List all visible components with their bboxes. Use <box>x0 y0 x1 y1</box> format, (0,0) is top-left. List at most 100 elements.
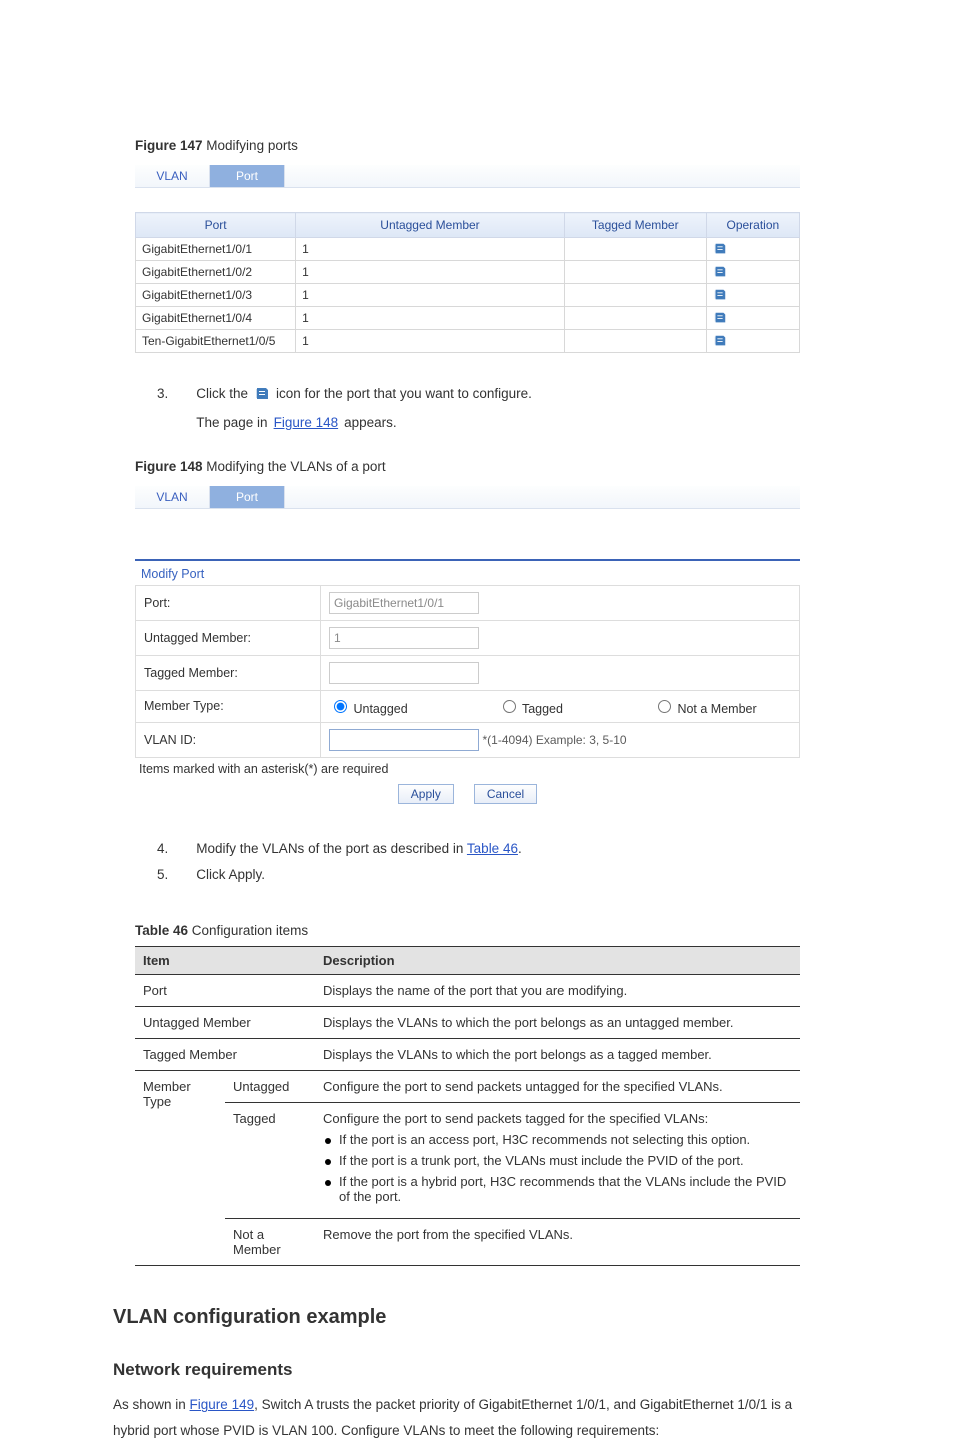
tabs-row-2: VLAN Port <box>135 486 800 509</box>
row-item: Port <box>135 975 315 1007</box>
row-desc: Remove the port from the specified VLANs… <box>315 1219 800 1266</box>
step3-text2: icon for the port that you want to confi… <box>276 383 532 406</box>
cell-tagged <box>564 330 706 353</box>
th-item: Item <box>135 947 315 975</box>
cell-untagged: 1 <box>296 307 565 330</box>
edit-icon[interactable] <box>713 265 793 279</box>
bullet-icon <box>325 1180 331 1186</box>
step5-text: Click Apply. <box>196 862 265 888</box>
th-port: Port <box>136 213 296 238</box>
radio-untagged[interactable] <box>334 700 347 713</box>
final-para-1: As shown in <box>113 1397 190 1412</box>
required-note: Items marked with an asterisk(*) are req… <box>135 758 800 776</box>
cell-tagged <box>564 307 706 330</box>
step3-number: 3. <box>157 383 168 435</box>
tagged-desc-intro: Configure the port to send packets tagge… <box>323 1111 792 1126</box>
table46-link[interactable]: Table 46 <box>467 841 518 856</box>
table-row: GigabitEthernet1/0/2 1 <box>136 261 800 284</box>
table46-label: Table 46 <box>135 923 188 938</box>
row-item: Tagged Member <box>135 1039 315 1071</box>
panel-title: Modify Port <box>135 561 800 585</box>
figure149-link[interactable]: Figure 149 <box>190 1397 255 1412</box>
row-desc: Displays the VLANs to which the port bel… <box>315 1007 800 1039</box>
untagged-field <box>329 627 479 649</box>
cell-tagged <box>564 261 706 284</box>
th-operation: Operation <box>706 213 799 238</box>
edit-icon[interactable] <box>713 334 793 348</box>
table-row: GigabitEthernet1/0/3 1 <box>136 284 800 307</box>
radio-tagged-label[interactable]: Tagged <box>498 697 563 716</box>
edit-icon[interactable] <box>713 288 793 302</box>
bullet-icon <box>325 1138 331 1144</box>
tab-vlan[interactable]: VLAN <box>135 165 210 187</box>
apply-button[interactable]: Apply <box>398 784 454 804</box>
cell-port: GigabitEthernet1/0/3 <box>136 284 296 307</box>
row-sub: Untagged <box>225 1071 315 1103</box>
configuration-items-table: Item Description Port Displays the name … <box>135 946 800 1266</box>
row-item: Untagged Member <box>135 1007 315 1039</box>
row-desc: Configure the port to send packets untag… <box>315 1071 800 1103</box>
step3-text1: Click the <box>196 383 248 406</box>
tabs-row-1: VLAN Port <box>135 165 800 188</box>
figure147-caption: Figure 147 Modifying ports <box>135 138 800 153</box>
radio-tagged[interactable] <box>503 700 516 713</box>
radio-untagged-label[interactable]: Untagged <box>329 697 408 716</box>
vlan-id-hint: *(1-4094) Example: 3, 5-10 <box>482 733 626 747</box>
cell-port: GigabitEthernet1/0/1 <box>136 238 296 261</box>
cell-untagged: 1 <box>296 261 565 284</box>
bullet-text: If the port is an access port, H3C recom… <box>339 1132 750 1147</box>
radio-notmember-label[interactable]: Not a Member <box>653 697 757 716</box>
table-row: GigabitEthernet1/0/1 1 <box>136 238 800 261</box>
step5-number: 5. <box>157 862 168 888</box>
port-table: Port Untagged Member Tagged Member Opera… <box>135 212 800 353</box>
row-desc: Displays the name of the port that you a… <box>315 975 800 1007</box>
member-type-label: Member Type: <box>136 690 321 722</box>
radio-not-member[interactable] <box>658 700 671 713</box>
port-field <box>329 592 479 614</box>
vlan-id-label: VLAN ID: <box>136 722 321 757</box>
figure148-text: Modifying the VLANs of a port <box>206 459 385 474</box>
tab-port[interactable]: Port <box>210 486 285 508</box>
bullet-text: If the port is a hybrid port, H3C recomm… <box>339 1174 792 1204</box>
th-untagged: Untagged Member <box>296 213 565 238</box>
figure148-label: Figure 148 <box>135 459 203 474</box>
th-tagged: Tagged Member <box>564 213 706 238</box>
step3-link-suffix: appears. <box>344 412 397 435</box>
cell-untagged: 1 <box>296 284 565 307</box>
tab-vlan[interactable]: VLAN <box>135 486 210 508</box>
cell-untagged: 1 <box>296 330 565 353</box>
edit-icon <box>254 386 270 402</box>
row-sub: Tagged <box>225 1103 315 1219</box>
table46-text: Configuration items <box>192 923 308 938</box>
heading-vlan-config-example: VLAN configuration example <box>113 1298 803 1336</box>
cell-port: Ten-GigabitEthernet1/0/5 <box>136 330 296 353</box>
cancel-button[interactable]: Cancel <box>474 784 537 804</box>
tagged-field <box>329 662 479 684</box>
th-desc: Description <box>315 947 800 975</box>
bullet-text: If the port is a trunk port, the VLANs m… <box>339 1153 744 1168</box>
figure148-link[interactable]: Figure 148 <box>274 412 339 435</box>
row-sub: Not a Member <box>225 1219 315 1266</box>
cell-port: GigabitEthernet1/0/2 <box>136 261 296 284</box>
modify-port-panel: Modify Port Port: Untagged Member: Tagge… <box>135 559 800 804</box>
untagged-label: Untagged Member: <box>136 620 321 655</box>
table-row: GigabitEthernet1/0/4 1 <box>136 307 800 330</box>
cell-tagged <box>564 284 706 307</box>
step4-number: 4. <box>157 836 168 862</box>
edit-icon[interactable] <box>713 311 793 325</box>
row-desc: Configure the port to send packets tagge… <box>315 1103 800 1219</box>
heading-network-requirements: Network requirements <box>113 1354 803 1386</box>
row-desc: Displays the VLANs to which the port bel… <box>315 1039 800 1071</box>
edit-icon[interactable] <box>713 242 793 256</box>
table46-caption: Table 46 Configuration items <box>135 923 800 938</box>
figure147-text: Modifying ports <box>206 138 298 153</box>
port-label: Port: <box>136 585 321 620</box>
tagged-label: Tagged Member: <box>136 655 321 690</box>
bullet-icon <box>325 1159 331 1165</box>
tab-port[interactable]: Port <box>210 165 285 187</box>
vlan-id-input[interactable] <box>329 729 479 751</box>
cell-tagged <box>564 238 706 261</box>
cell-port: GigabitEthernet1/0/4 <box>136 307 296 330</box>
step4-text1: Modify the VLANs of the port as describe… <box>196 841 467 856</box>
table-row: Ten-GigabitEthernet1/0/5 1 <box>136 330 800 353</box>
